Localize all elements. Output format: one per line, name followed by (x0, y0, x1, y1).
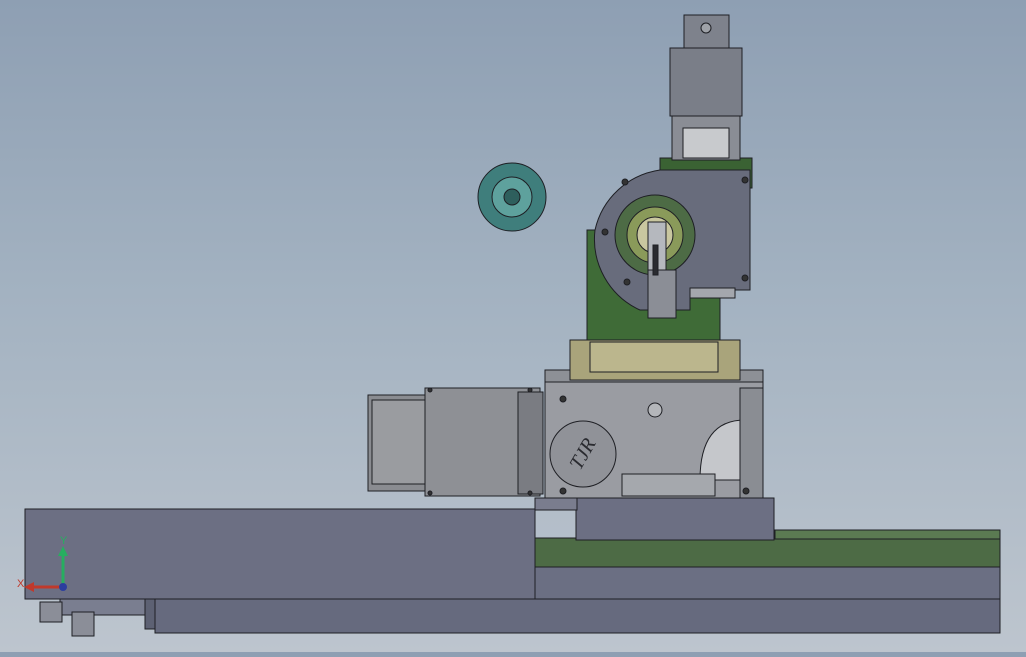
bracket-arm[interactable] (689, 287, 736, 299)
base-rail-bottom[interactable] (154, 598, 1001, 634)
tower-body[interactable] (669, 47, 743, 117)
slide-block[interactable] (647, 269, 677, 319)
gearbox[interactable]: TJR (544, 369, 764, 499)
disc-center (503, 188, 521, 206)
cad-viewport[interactable]: TJR Y X (0, 0, 1026, 652)
tray-inner (589, 341, 719, 373)
base-rail-left-block[interactable] (24, 508, 536, 600)
mount-foot-2[interactable] (71, 611, 95, 637)
carriage-block[interactable] (575, 497, 775, 541)
mount-foot-1[interactable] (39, 601, 63, 623)
coupling-window (682, 127, 730, 159)
z-axis-dot (59, 583, 67, 591)
tower-hole-1 (700, 22, 712, 34)
assembly-drawing[interactable]: TJR Y X (0, 0, 1026, 652)
base-rail-green-cap[interactable] (774, 529, 1001, 540)
carriage-tab[interactable] (534, 497, 578, 511)
base-rail-end-tab[interactable] (144, 598, 156, 630)
servo-motor[interactable] (367, 387, 544, 497)
base-rail[interactable] (24, 508, 1001, 637)
upper-tower[interactable] (669, 14, 743, 161)
olive-tray[interactable] (569, 339, 741, 381)
gearbox-side-plate[interactable] (739, 387, 764, 499)
slide-slot (652, 244, 659, 276)
teal-disc[interactable] (477, 162, 547, 232)
base-rail-green-strip[interactable] (534, 537, 1001, 569)
y-axis-label: Y (60, 535, 68, 547)
x-axis-label: X (17, 578, 25, 590)
carriage[interactable] (534, 497, 775, 541)
gearbox-bolt-hole (647, 402, 663, 418)
gearbox-bracket[interactable] (621, 473, 716, 497)
motor-flange[interactable] (517, 391, 544, 495)
